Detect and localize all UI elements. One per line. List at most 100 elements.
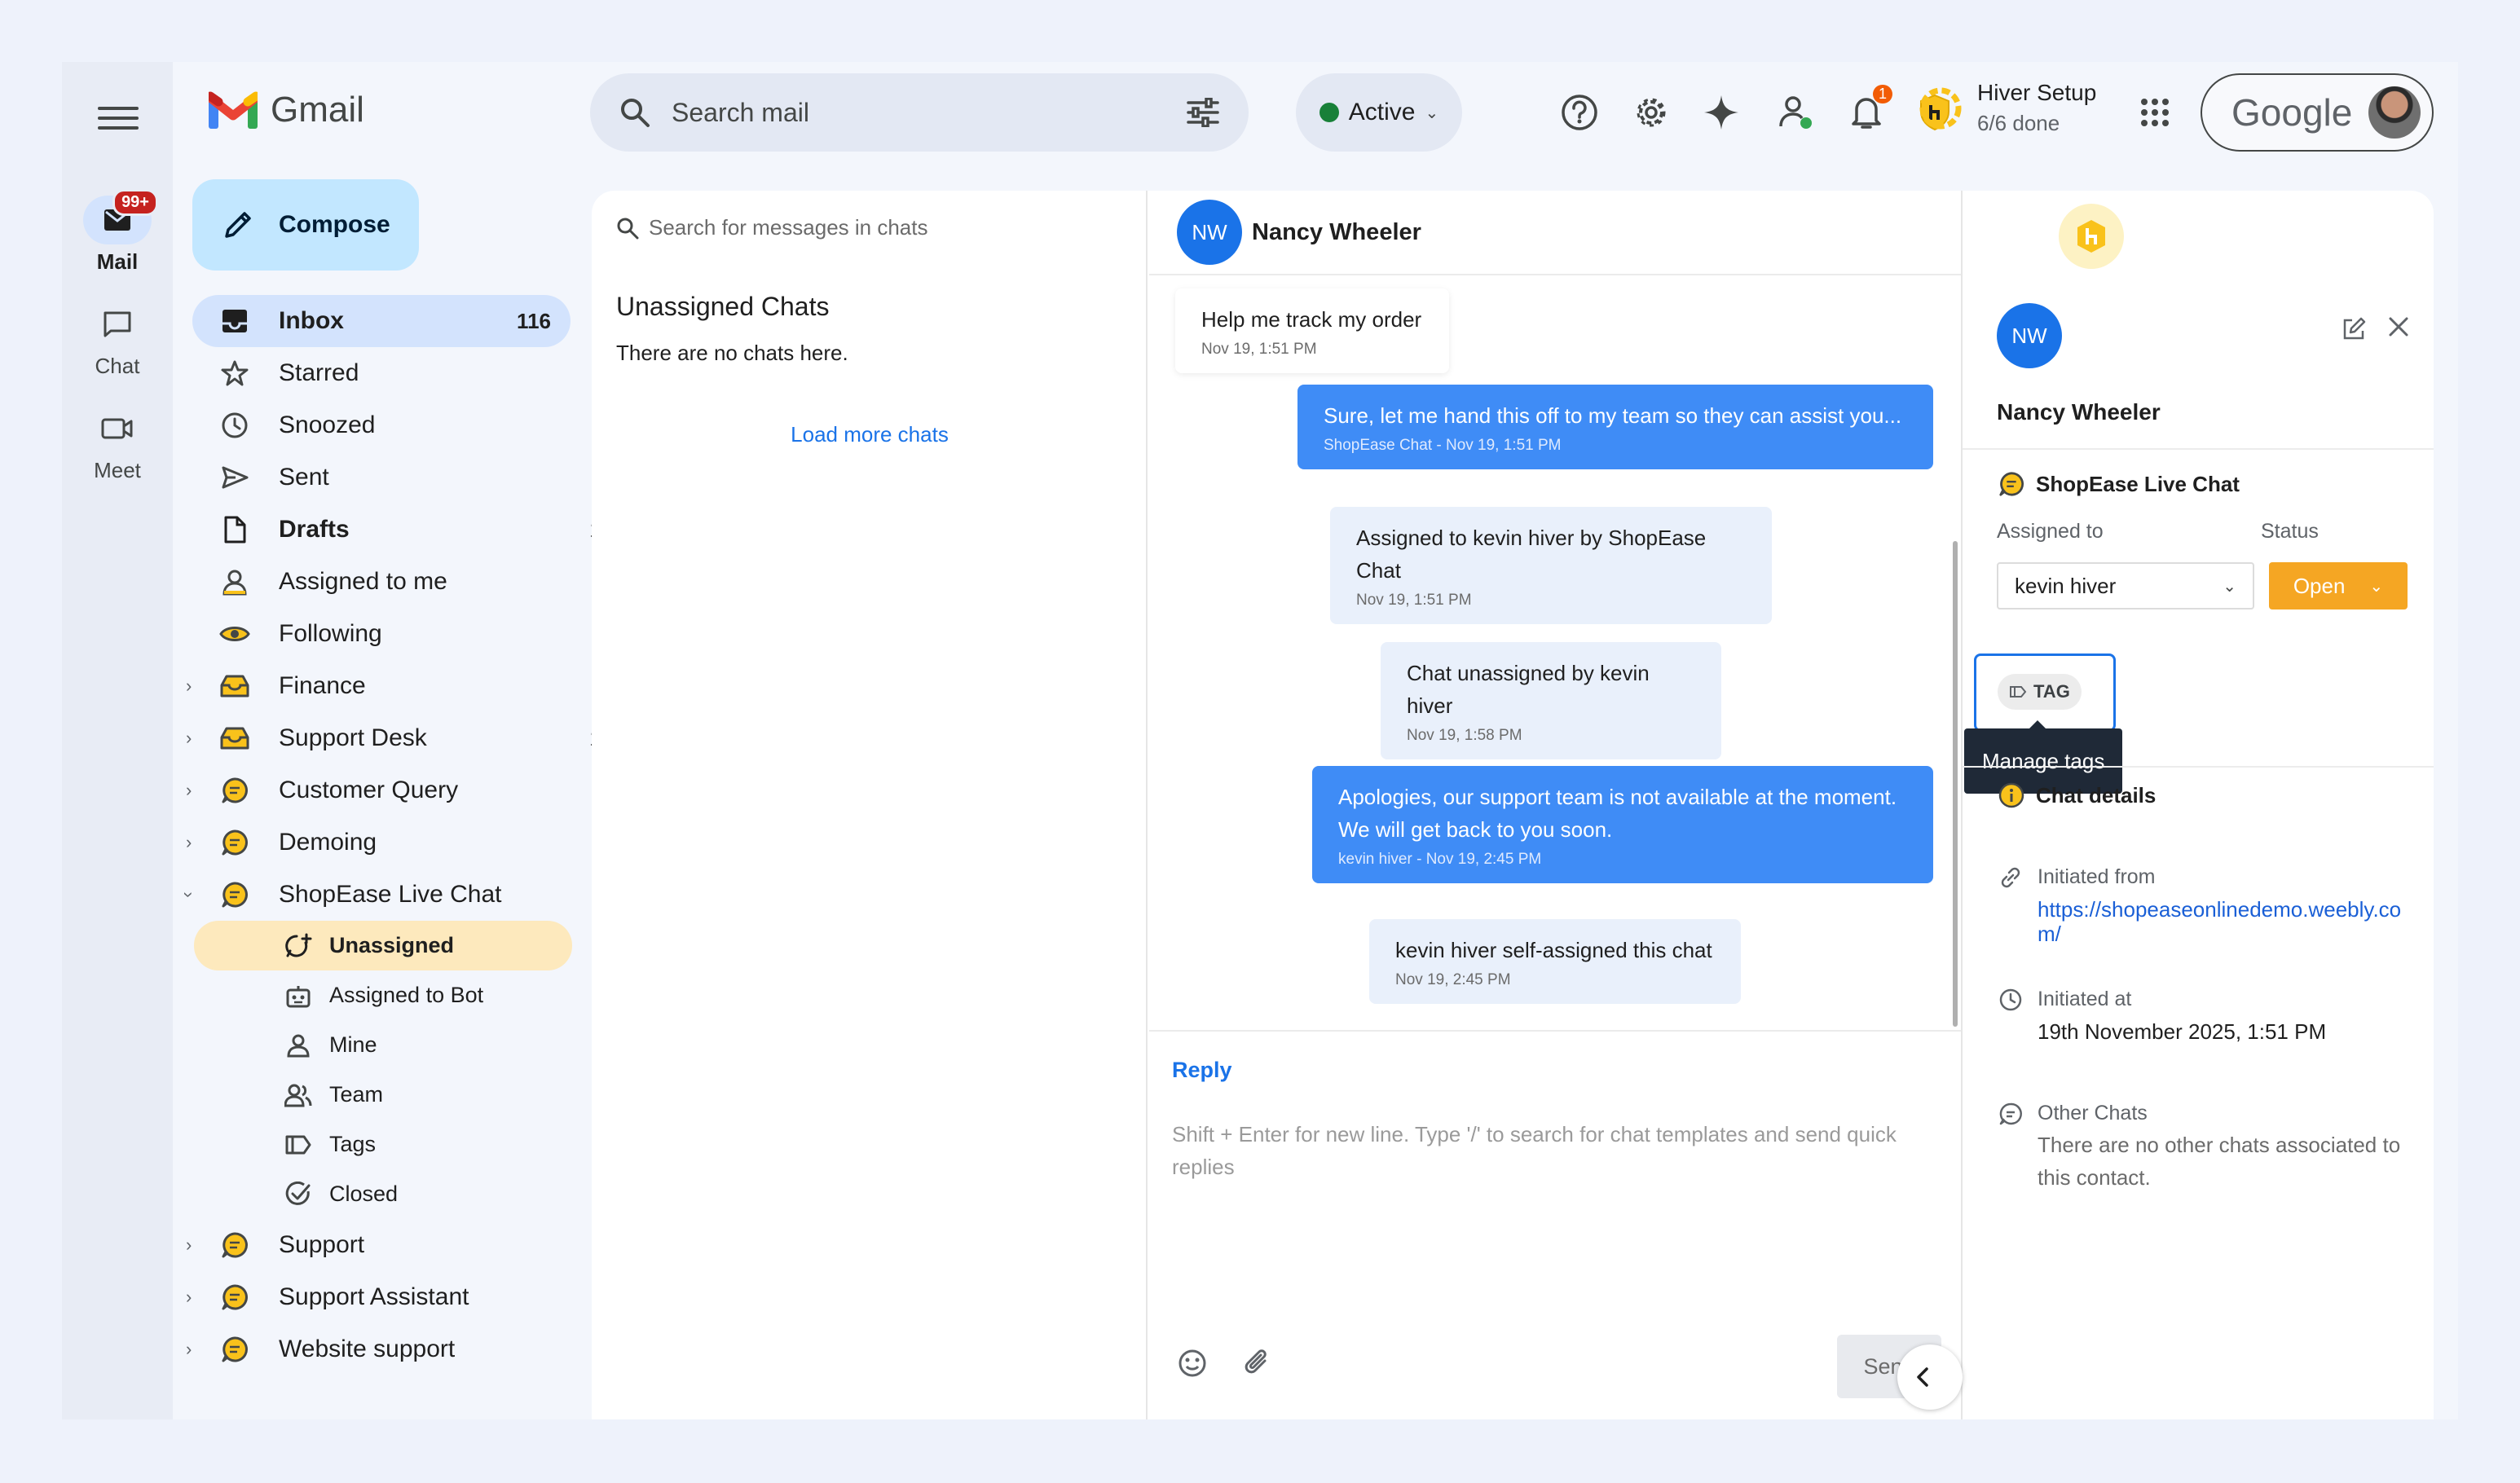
nav-label: Support Desk [279, 724, 427, 751]
tag-chip[interactable]: TAG [1998, 674, 2082, 710]
collapse-panel-button[interactable] [1897, 1344, 1963, 1410]
gmail-logo[interactable]: Gmail [209, 90, 364, 130]
nav-item-starred[interactable]: Starred [192, 347, 632, 399]
assignee-dropdown[interactable]: kevin hiver ⌄ [1997, 562, 2254, 609]
hiver-user-status-icon[interactable] [1773, 90, 1819, 135]
chat-search-field[interactable]: Search for messages in chats [616, 215, 928, 240]
paperclip-icon[interactable] [1242, 1348, 1273, 1383]
nav-item-assigned-to-me[interactable]: Assigned to me [192, 556, 632, 608]
chevron-right-icon[interactable]: › [186, 728, 192, 749]
chevron-right-icon[interactable]: › [186, 1287, 192, 1308]
help-icon[interactable] [1557, 90, 1602, 135]
hiver-setup-progress[interactable]: Hiver Setup 6/6 done [1917, 80, 2096, 136]
notifications-bell-icon[interactable]: 1 [1844, 85, 1892, 135]
nav-item-website-support[interactable]: › Website support [186, 1323, 632, 1375]
reply-tab[interactable]: Reply [1172, 1058, 1232, 1083]
contact-avatar[interactable]: NW [1177, 200, 1242, 265]
nav-item-support-desk[interactable]: › Support Desk 14 [186, 712, 632, 764]
emoji-icon[interactable] [1177, 1348, 1208, 1383]
nav-subitem-closed[interactable]: Closed [192, 1169, 632, 1219]
search-input[interactable]: Search mail [672, 98, 1187, 128]
nav-item-demoing[interactable]: › Demoing [186, 816, 632, 869]
google-apps-grid-icon[interactable] [2132, 90, 2178, 135]
nav-subitem-team[interactable]: Team 3 [192, 1070, 632, 1120]
message-text: Assigned to kevin hiver by ShopEase Chat [1356, 526, 1707, 583]
account-avatar [2368, 86, 2421, 139]
other-chats-row: Other Chats There are no other chats ass… [1998, 1102, 2429, 1194]
details-inbox: ShopEase Live Chat [1998, 471, 2240, 497]
nav-item-customer-query[interactable]: › Customer Query [186, 764, 632, 816]
message-bubble-outgoing: Apologies, our support team is not avail… [1312, 766, 1933, 883]
mail-unread-badge: 99+ [112, 189, 158, 216]
message-thread[interactable]: Help me track my order Nov 19, 1:51 PM S… [1149, 277, 1961, 1027]
chevron-right-icon[interactable]: › [186, 675, 192, 697]
chat-list-title: Unassigned Chats [616, 292, 830, 321]
chevron-right-icon[interactable]: › [186, 1234, 192, 1256]
nav-item-following[interactable]: Following [192, 608, 632, 660]
app-rail: 99+ Mail Chat Meet [62, 62, 173, 1419]
message-meta: ShopEase Chat - Nov 19, 1:51 PM [1324, 437, 1562, 454]
chat-bubble-icon [218, 1231, 251, 1259]
reply-input[interactable]: Shift + Enter for new line. Type '/' to … [1172, 1118, 1930, 1183]
chevron-down-icon: ⌄ [2223, 577, 2236, 596]
chevron-right-icon[interactable]: › [186, 780, 192, 801]
nav-item-inbox[interactable]: Inbox 116 [192, 295, 571, 347]
chevron-right-icon[interactable]: › [186, 832, 192, 853]
nav-item-support[interactable]: › Support [186, 1219, 632, 1271]
rail-label-chat: Chat [95, 354, 140, 378]
nav-item-drafts[interactable]: Drafts 10 [192, 504, 632, 556]
inbox-icon [218, 308, 251, 334]
nav-item-finance[interactable]: › Finance [186, 660, 632, 712]
tag-icon [284, 1134, 313, 1155]
nav-label: Support Assistant [279, 1283, 469, 1310]
compose-label: Compose [279, 211, 390, 238]
search-bar[interactable]: Search mail [590, 73, 1249, 152]
nav-item-snoozed[interactable]: Snoozed [192, 399, 632, 451]
system-event-message: kevin hiver self-assigned this chat Nov … [1369, 919, 1741, 1004]
other-chats-label: Other Chats [2038, 1102, 2148, 1124]
nav-label: Following [279, 620, 382, 647]
edit-icon[interactable] [2341, 316, 2367, 346]
rail-label-meet: Meet [94, 458, 141, 482]
nav-label: Sent [279, 464, 329, 491]
rail-item-mail[interactable]: 99+ Mail [62, 189, 173, 275]
google-account-button[interactable]: Google [2201, 73, 2434, 152]
load-more-chats-link[interactable]: Load more chats [592, 422, 1148, 447]
clock-icon [1999, 988, 2022, 1011]
status-dropdown[interactable]: Open ⌄ [2269, 562, 2408, 609]
link-icon [2001, 867, 2020, 888]
chevron-right-icon[interactable]: › [186, 1339, 192, 1360]
nav-subitem-assigned-to-bot[interactable]: Assigned to Bot 1 [192, 970, 632, 1020]
initiated-from-link[interactable]: https://shopeaseonlinedemo.weebly.com/ [2038, 897, 2421, 946]
message-meta: Nov 19, 1:51 PM [1201, 341, 1317, 358]
availability-status-button[interactable]: Active ⌄ [1296, 73, 1462, 152]
nav-item-support-assistant[interactable]: › Support Assistant [186, 1271, 632, 1323]
subnav-label: Closed [329, 1182, 399, 1206]
nav-subitem-mine[interactable]: Mine 1 [192, 1020, 632, 1070]
rail-item-chat[interactable]: Chat [62, 300, 173, 379]
nav-label: Customer Query [279, 777, 459, 803]
assigned-to-label: Assigned to [1997, 520, 2104, 543]
search-icon [617, 218, 639, 239]
search-options-icon[interactable] [1187, 98, 1219, 127]
star-icon [218, 359, 251, 387]
nav-subitem-unassigned[interactable]: Unassigned [194, 921, 572, 970]
nav-subitem-tags[interactable]: Tags [192, 1120, 632, 1169]
hiver-setup-title: Hiver Setup [1977, 80, 2097, 105]
search-icon[interactable] [619, 97, 650, 128]
main-menu-icon[interactable] [98, 98, 139, 139]
close-icon[interactable] [2386, 315, 2411, 343]
gemini-sparkle-icon[interactable] [1698, 90, 1744, 135]
compose-button[interactable]: Compose [192, 179, 419, 271]
eye-icon [218, 623, 251, 645]
chevron-down-icon[interactable]: › [178, 891, 200, 897]
nav-item-sent[interactable]: Sent [192, 451, 632, 504]
rail-item-meet[interactable]: Meet [62, 404, 173, 483]
chat-search-input[interactable]: Search for messages in chats [649, 215, 928, 240]
settings-gear-icon[interactable] [1628, 90, 1674, 135]
thread-scrollbar[interactable] [1953, 541, 1958, 1027]
nav-item-shopease-live-chat[interactable]: › ShopEase Live Chat [179, 869, 632, 921]
initiated-at-value: 19th November 2025, 1:51 PM [2038, 1019, 2327, 1044]
subnav-label: Unassigned [329, 933, 455, 957]
nav-label: Starred [279, 359, 359, 386]
